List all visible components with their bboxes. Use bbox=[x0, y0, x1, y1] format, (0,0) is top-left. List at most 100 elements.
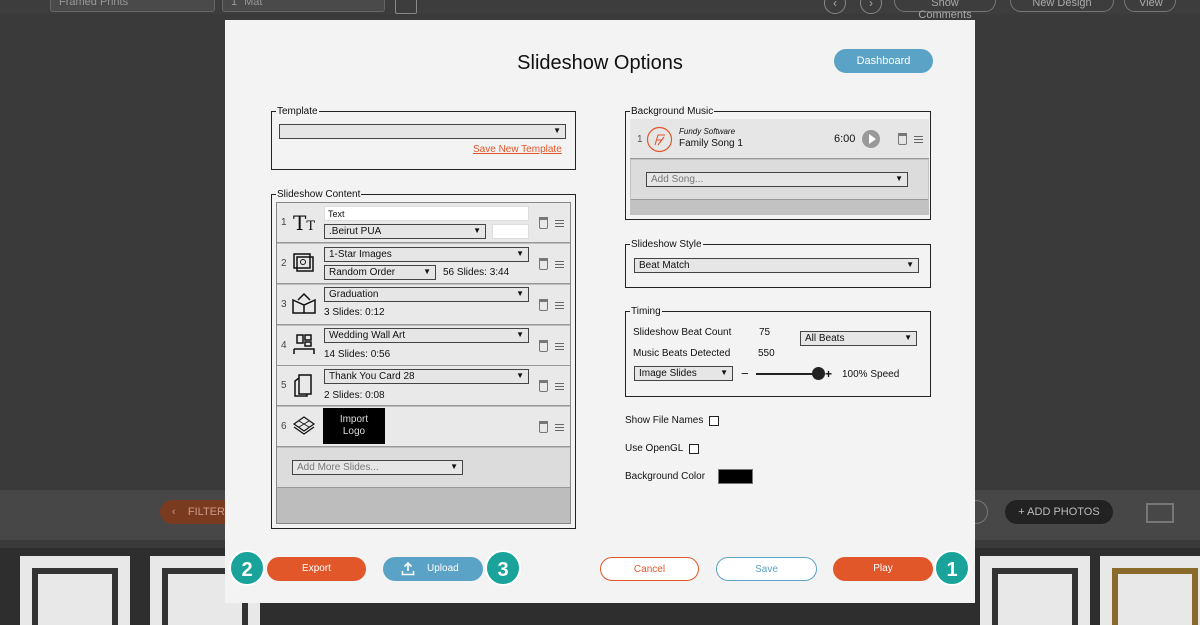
slides-info: 56 Slides: 3:44 bbox=[443, 267, 510, 278]
album-select[interactable]: Graduation ▼ bbox=[324, 287, 529, 302]
mat-select[interactable]: 1" Mat bbox=[222, 0, 385, 12]
text-content-input[interactable]: Text bbox=[324, 206, 529, 221]
content-row-logo[interactable]: 6 bbox=[277, 407, 570, 447]
template-select[interactable]: ▼ bbox=[279, 124, 566, 139]
thumbnail[interactable] bbox=[20, 556, 130, 625]
speed-slider-track[interactable] bbox=[756, 373, 818, 375]
wall-art-select[interactable]: Wedding Wall Art ▼ bbox=[324, 328, 529, 343]
trash-icon[interactable] bbox=[539, 217, 548, 229]
step-badge-export: 2 bbox=[229, 550, 265, 586]
wall-art-select-value: Wedding Wall Art bbox=[329, 330, 406, 341]
frame-toggle-icon[interactable] bbox=[395, 0, 417, 14]
music-track-row[interactable]: 1 Fundy Software Family Song 1 6:00 bbox=[630, 119, 929, 159]
add-song-placeholder: Add Song... bbox=[651, 174, 704, 185]
show-file-names-checkbox[interactable] bbox=[709, 416, 719, 426]
play-track-icon[interactable] bbox=[862, 130, 880, 148]
track-duration: 6:00 bbox=[834, 133, 856, 145]
speed-plus-button[interactable]: + bbox=[825, 367, 832, 381]
card-select[interactable]: Thank You Card 28 ▼ bbox=[324, 369, 529, 384]
stack-icon[interactable] bbox=[1146, 503, 1174, 523]
slideshow-style-select[interactable]: Beat Match ▼ bbox=[634, 258, 919, 273]
slideshow-style-value: Beat Match bbox=[639, 260, 690, 271]
drag-handle-icon[interactable] bbox=[555, 383, 564, 390]
open-book-icon bbox=[292, 292, 316, 314]
font-select[interactable]: .Beirut PUA ▼ bbox=[324, 224, 486, 239]
trash-icon[interactable] bbox=[898, 133, 907, 145]
trash-icon[interactable] bbox=[539, 258, 548, 270]
timing-mode-value: Image Slides bbox=[639, 368, 697, 379]
cancel-button[interactable]: Cancel bbox=[600, 557, 699, 581]
chevron-down-icon: ▼ bbox=[450, 462, 458, 471]
beats-detected-value: 550 bbox=[758, 348, 775, 359]
speed-minus-button[interactable]: − bbox=[741, 366, 749, 381]
background-color-swatch[interactable] bbox=[718, 469, 753, 484]
trash-icon[interactable] bbox=[539, 421, 548, 433]
product-select-label: Framed Prints bbox=[59, 0, 129, 8]
speed-label: 100% Speed bbox=[842, 369, 900, 380]
slides-info: 14 Slides: 0:56 bbox=[324, 349, 391, 360]
album-select-value: Graduation bbox=[329, 289, 379, 300]
play-button[interactable]: Play bbox=[833, 557, 933, 581]
drag-handle-icon[interactable] bbox=[914, 136, 923, 143]
timing-legend: Timing bbox=[631, 306, 661, 317]
export-button[interactable]: Export bbox=[267, 557, 366, 581]
row-number: 4 bbox=[281, 340, 287, 351]
beats-detected-label: Music Beats Detected bbox=[633, 348, 731, 359]
row-number: 6 bbox=[281, 421, 287, 432]
background-color-label: Background Color bbox=[625, 471, 706, 482]
import-logo-button[interactable]: Import Logo bbox=[323, 408, 385, 444]
beats-select-value: All Beats bbox=[805, 333, 845, 344]
drag-handle-icon[interactable] bbox=[555, 261, 564, 268]
save-button[interactable]: Save bbox=[716, 557, 817, 581]
drag-handle-icon[interactable] bbox=[555, 302, 564, 309]
track-number: 1 bbox=[637, 134, 643, 145]
template-legend: Template bbox=[277, 106, 318, 117]
trash-icon[interactable] bbox=[539, 299, 548, 311]
trash-icon[interactable] bbox=[539, 340, 548, 352]
wall-art-icon bbox=[293, 334, 315, 354]
thumbnail[interactable] bbox=[1100, 556, 1200, 625]
layers-icon bbox=[292, 416, 316, 435]
use-opengl-checkbox[interactable] bbox=[689, 444, 699, 454]
order-select[interactable]: Random Order ▼ bbox=[324, 265, 436, 280]
track-artist: Fundy Software bbox=[679, 127, 736, 136]
speed-slider-thumb[interactable] bbox=[812, 367, 825, 380]
image-set-select-value: 1-Star Images bbox=[329, 249, 392, 260]
add-song-select[interactable]: Add Song... ▼ bbox=[646, 172, 908, 187]
font-size-input[interactable] bbox=[492, 224, 529, 239]
upload-button[interactable]: Upload bbox=[383, 557, 483, 581]
new-design-button[interactable]: New Design bbox=[1010, 0, 1114, 12]
image-set-select[interactable]: 1-Star Images ▼ bbox=[324, 247, 529, 262]
slideshow-content-legend: Slideshow Content bbox=[277, 189, 361, 200]
order-select-value: Random Order bbox=[329, 267, 396, 278]
row-number: 1 bbox=[281, 217, 287, 228]
trash-icon[interactable] bbox=[539, 380, 548, 392]
drag-handle-icon[interactable] bbox=[555, 343, 564, 350]
view-button[interactable]: View bbox=[1124, 0, 1176, 12]
chevron-down-icon: ▼ bbox=[516, 330, 524, 339]
beat-count-label: Slideshow Beat Count bbox=[633, 327, 732, 338]
chevron-down-icon: ▼ bbox=[895, 174, 903, 183]
show-comments-button[interactable]: Show Comments bbox=[894, 0, 996, 21]
slideshow-style-legend: Slideshow Style bbox=[631, 239, 702, 250]
add-more-slides-select[interactable]: Add More Slides... ▼ bbox=[292, 460, 463, 475]
mat-select-label: 1" Mat bbox=[231, 0, 263, 8]
filter-label: FILTER bbox=[187, 506, 225, 518]
chevron-down-icon: ▼ bbox=[906, 260, 914, 269]
font-select-value: .Beirut PUA bbox=[329, 226, 382, 237]
add-photos-button[interactable]: + ADD PHOTOS bbox=[1005, 500, 1113, 524]
beats-select[interactable]: All Beats ▼ bbox=[800, 331, 917, 346]
chevron-down-icon: ▼ bbox=[516, 249, 524, 258]
drag-handle-icon[interactable] bbox=[555, 220, 564, 227]
card-select-value: Thank You Card 28 bbox=[329, 371, 415, 382]
timing-mode-select[interactable]: Image Slides ▼ bbox=[634, 366, 733, 381]
thumbnail[interactable] bbox=[980, 556, 1090, 625]
dashboard-button[interactable]: Dashboard bbox=[834, 49, 933, 73]
save-new-template-link[interactable]: Save New Template bbox=[473, 144, 562, 155]
product-select[interactable]: Framed Prints bbox=[50, 0, 215, 12]
row-number: 5 bbox=[281, 380, 287, 391]
chevron-down-icon: ▼ bbox=[473, 226, 481, 235]
drag-handle-icon[interactable] bbox=[555, 424, 564, 431]
step-badge-upload: 3 bbox=[485, 550, 521, 586]
use-opengl-label: Use OpenGL bbox=[625, 443, 684, 454]
